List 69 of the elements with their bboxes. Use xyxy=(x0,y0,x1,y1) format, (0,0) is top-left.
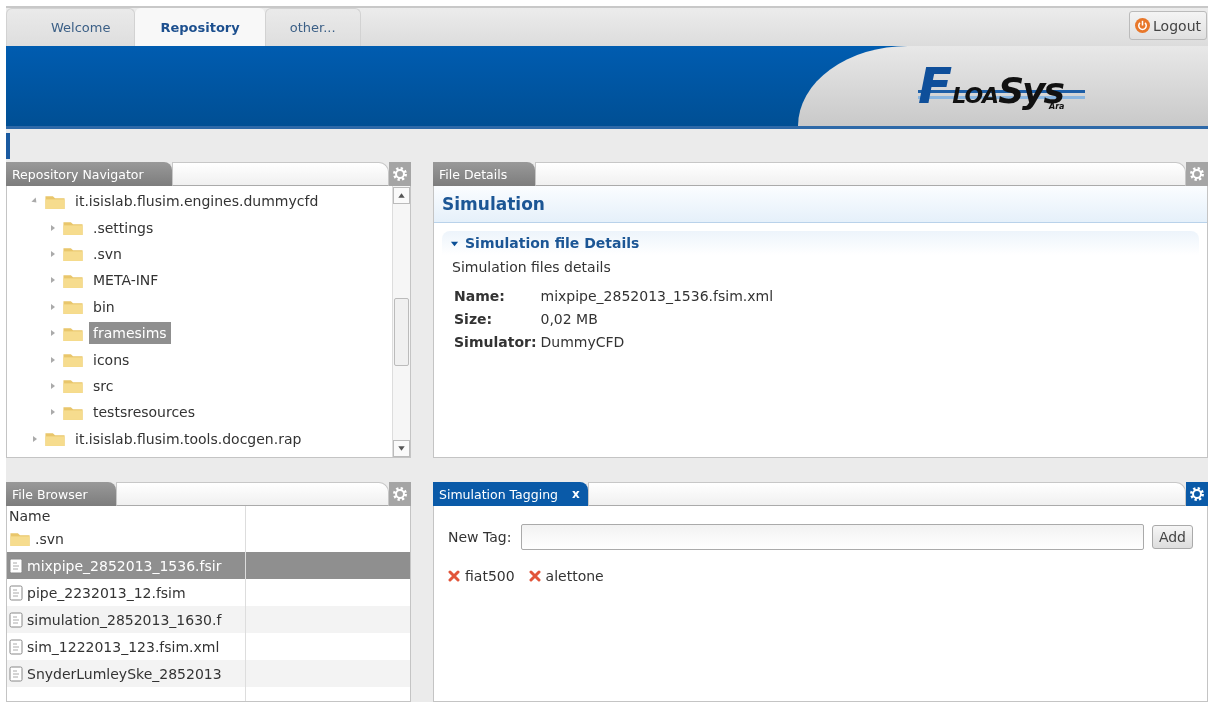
folder-icon xyxy=(62,377,84,395)
file-icon xyxy=(9,665,23,682)
tree-item[interactable]: testsresources xyxy=(89,401,200,424)
file-name: .svn xyxy=(35,530,64,547)
column-header[interactable]: Name xyxy=(7,506,246,525)
tag-label: alettone xyxy=(545,568,604,584)
panel-tab[interactable]: Repository Navigator xyxy=(6,162,172,186)
file-row[interactable]: simulation_2852013_1630.f xyxy=(7,606,410,633)
folder-icon xyxy=(9,530,31,547)
expander-icon[interactable] xyxy=(49,223,57,232)
nav-tab[interactable]: Repository xyxy=(135,8,265,46)
scrollbar[interactable] xyxy=(392,186,410,457)
file-name: mixpipe_2852013_1536.fsir xyxy=(27,557,222,574)
panel-tab[interactable]: Simulation Tagging x xyxy=(433,482,588,506)
file-name: sim_1222013_123.fsim.xml xyxy=(27,638,220,655)
tag-label: fiat500 xyxy=(465,568,515,584)
tree-item[interactable]: .svn xyxy=(89,242,126,265)
file-icon xyxy=(9,584,23,601)
tree-item[interactable]: bin xyxy=(89,295,119,318)
folder-icon xyxy=(44,430,66,448)
file-row[interactable]: SnyderLumleySke_2852013 xyxy=(7,660,410,687)
field-label: Size: xyxy=(454,311,494,327)
file-name: SnyderLumleySke_2852013 xyxy=(27,665,222,682)
tree-item[interactable]: it.isislab.flusim.tools.docgen.rap xyxy=(71,427,306,450)
field-value: DummyCFD xyxy=(540,334,626,350)
expander-icon[interactable] xyxy=(49,276,57,285)
expander-icon[interactable] xyxy=(31,434,39,443)
close-button[interactable]: x xyxy=(572,487,580,501)
nav-tab[interactable]: other... xyxy=(264,8,361,46)
file-name: pipe_2232013_12.fsim xyxy=(27,584,186,601)
scroll-thumb[interactable] xyxy=(394,298,409,366)
logout-button[interactable]: Logout xyxy=(1129,11,1207,40)
remove-icon[interactable] xyxy=(528,570,541,582)
folder-icon xyxy=(62,219,84,237)
tree-item[interactable]: icons xyxy=(89,348,134,371)
expander-icon[interactable] xyxy=(49,249,57,258)
field-value: 0,02 MB xyxy=(540,311,599,327)
file-name: simulation_2852013_1630.f xyxy=(27,611,222,628)
file-icon xyxy=(9,638,23,655)
expander-icon[interactable] xyxy=(49,302,57,311)
settings-button[interactable] xyxy=(1186,482,1208,506)
field-label: Simulator: xyxy=(454,334,537,350)
tree-item[interactable]: it.isislab.flusim.engines.dummycfd xyxy=(71,190,323,213)
expander-icon[interactable] xyxy=(49,381,57,390)
folder-icon xyxy=(62,245,84,263)
details-title: Simulation xyxy=(442,194,545,214)
section-description: Simulation files details xyxy=(451,258,612,277)
scroll-up-icon[interactable] xyxy=(393,187,410,204)
tree-item[interactable]: src xyxy=(89,374,118,397)
power-icon xyxy=(1135,18,1151,33)
folder-icon xyxy=(62,298,84,316)
status-marker xyxy=(6,133,10,159)
expander-icon[interactable] xyxy=(49,329,57,338)
scroll-down-icon[interactable] xyxy=(393,440,410,457)
panel-tab[interactable]: File Details xyxy=(433,162,536,186)
expander-icon[interactable] xyxy=(49,408,57,417)
field-value: mixpipe_2852013_1536.fsim.xml xyxy=(540,288,775,304)
add-button[interactable]: Add xyxy=(1151,525,1193,549)
expander-icon[interactable] xyxy=(49,355,57,364)
nav-tab[interactable]: Welcome xyxy=(6,8,136,46)
file-icon xyxy=(9,611,23,628)
file-icon xyxy=(9,557,23,574)
tree-item[interactable]: .settings xyxy=(89,216,158,239)
tree-item[interactable]: META-INF xyxy=(89,269,163,292)
folder-icon xyxy=(62,351,84,369)
remove-icon[interactable] xyxy=(448,570,460,582)
field-label: Name: xyxy=(454,288,506,304)
tag-input[interactable] xyxy=(521,524,1144,550)
field-label: New Tag: xyxy=(448,529,512,545)
